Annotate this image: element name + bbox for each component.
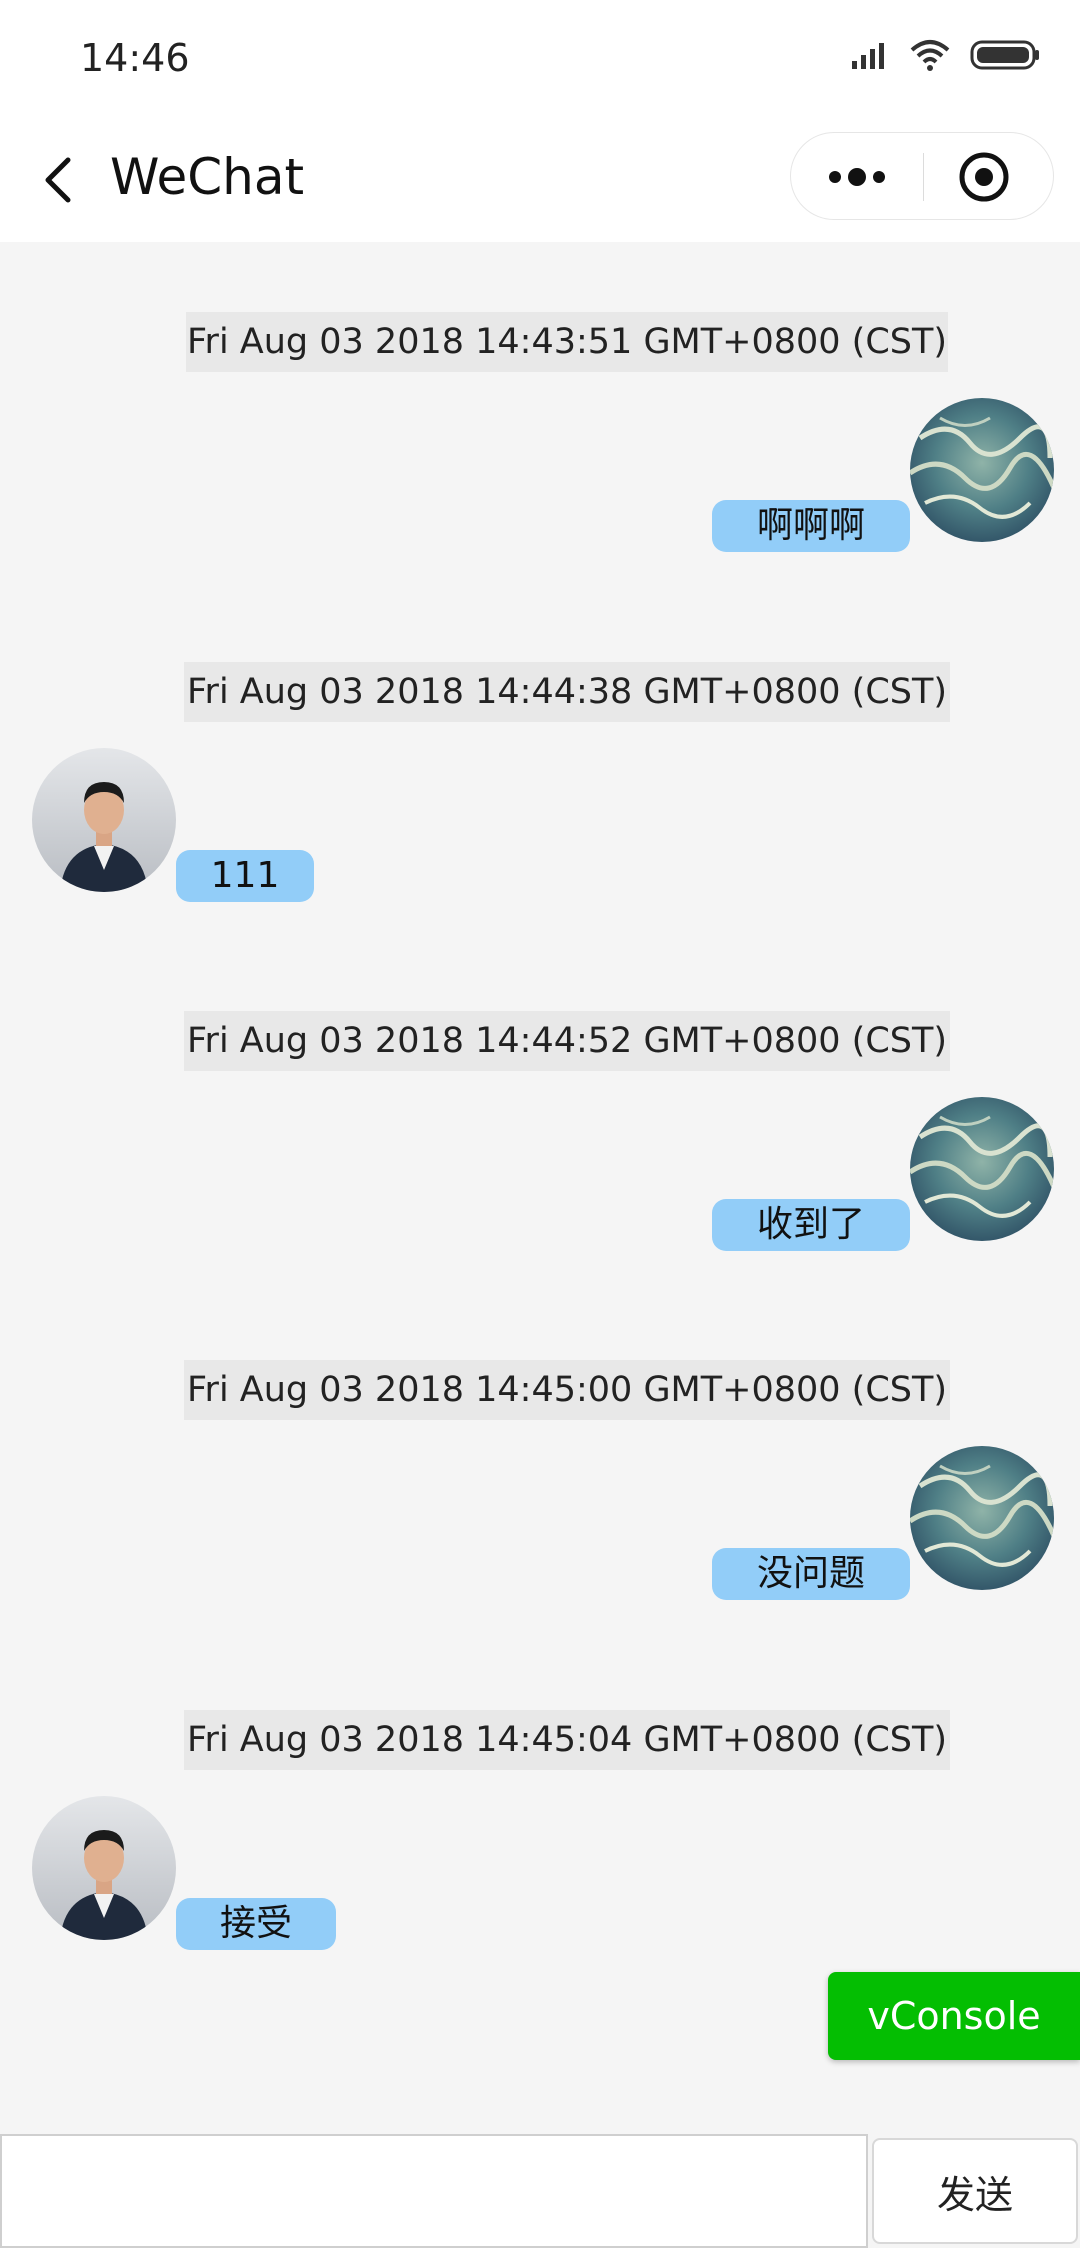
message-group: Fri Aug 03 2018 14:43:51 GMT+0800 (CST) …: [0, 312, 1080, 562]
status-time: 14:46: [80, 36, 190, 80]
message-timestamp: Fri Aug 03 2018 14:45:00 GMT+0800 (CST): [184, 1360, 950, 1420]
signal-icon: [852, 43, 884, 69]
more-dots-icon: [829, 168, 885, 186]
message-bubble: 收到了: [712, 1199, 910, 1251]
message-group: Fri Aug 03 2018 14:45:00 GMT+0800 (CST) …: [0, 1360, 1080, 1610]
message-bubble: 111: [176, 850, 314, 902]
message-timestamp: Fri Aug 03 2018 14:44:52 GMT+0800 (CST): [184, 1011, 950, 1071]
landscape-avatar[interactable]: [910, 1446, 1054, 1590]
back-button[interactable]: [30, 148, 94, 212]
landscape-avatar[interactable]: [910, 1097, 1054, 1241]
message-bubble: 接受: [176, 1898, 336, 1950]
battery-icon: [970, 40, 1039, 70]
message-timestamp: Fri Aug 03 2018 14:43:51 GMT+0800 (CST): [186, 312, 948, 372]
message-input[interactable]: [0, 2134, 868, 2248]
landscape-avatar[interactable]: [910, 398, 1054, 542]
message-bubble: 啊啊啊: [712, 500, 910, 552]
status-icons: [850, 38, 1040, 72]
input-bar: 发送: [0, 2134, 1080, 2248]
message-timestamp: Fri Aug 03 2018 14:44:38 GMT+0800 (CST): [184, 662, 950, 722]
person-avatar[interactable]: [32, 1796, 176, 1940]
status-bar: 14:46: [0, 0, 1080, 118]
message-timestamp: Fri Aug 03 2018 14:45:04 GMT+0800 (CST): [184, 1710, 950, 1770]
wifi-icon: [910, 40, 950, 71]
send-button[interactable]: 发送: [872, 2138, 1078, 2244]
vconsole-button[interactable]: vConsole: [828, 1972, 1080, 2060]
target-icon: [959, 152, 1009, 202]
message-group: Fri Aug 03 2018 14:44:38 GMT+0800 (CST) …: [0, 662, 1080, 912]
message-group: Fri Aug 03 2018 14:44:52 GMT+0800 (CST) …: [0, 1011, 1080, 1261]
menu-capsule: [790, 132, 1054, 220]
more-button[interactable]: [791, 133, 923, 221]
person-avatar[interactable]: [32, 748, 176, 892]
page-title: WeChat: [110, 148, 305, 206]
message-group: Fri Aug 03 2018 14:45:04 GMT+0800 (CST) …: [0, 1710, 1080, 1960]
chevron-left-icon: [45, 157, 71, 203]
nav-bar: WeChat: [0, 118, 1080, 242]
close-miniprogram-button[interactable]: [924, 133, 1055, 221]
message-bubble: 没问题: [712, 1548, 910, 1600]
